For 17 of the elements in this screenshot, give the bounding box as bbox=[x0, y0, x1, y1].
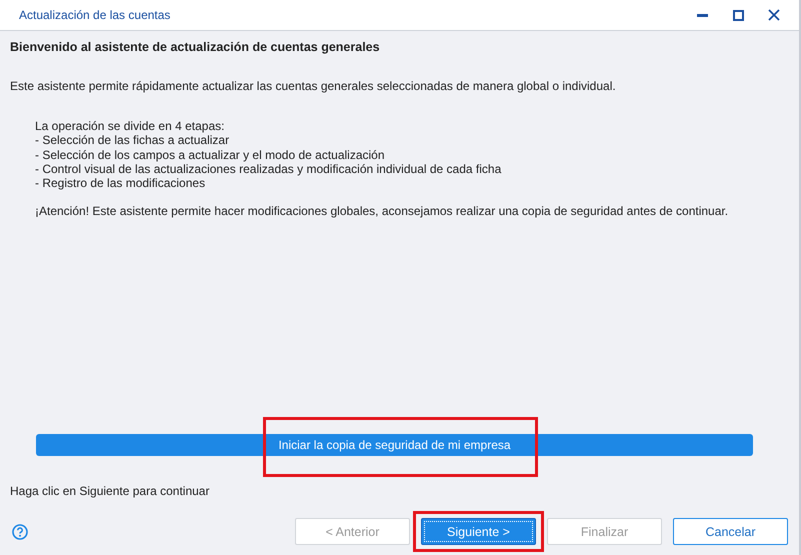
wizard-button[interactable]: Cancelar bbox=[673, 518, 788, 545]
steps-heading: La operación se divide en 4 etapas: bbox=[35, 119, 226, 134]
maximize-icon[interactable] bbox=[732, 10, 744, 20]
backup-button[interactable]: Iniciar la copia de seguridad de mi empresa bbox=[36, 434, 753, 456]
next-button[interactable]: Siguiente > bbox=[421, 518, 536, 545]
wizard-heading: Bienvenido al asistente de actualización de cuentas generales bbox=[9, 39, 381, 56]
window-title: Actualización de las cuentas bbox=[19, 8, 172, 22]
step-item: - Selección de las fichas a actualizar bbox=[35, 133, 230, 148]
warning-text: ¡Atención! Este asistente permite hacer modificaciones globales, aconsejamos realizar una copia de seguridad antes de continuar. bbox=[35, 204, 730, 218]
step-item: - Selección de los campos a actualizar y el modo de actualización bbox=[35, 148, 386, 162]
help-icon[interactable] bbox=[12, 524, 28, 540]
hint-text: Haga clic en Siguiente para continuar bbox=[10, 484, 210, 498]
step-item: - Control visual de las actualizaciones realizadas y modificación individual de cada ficha bbox=[35, 162, 502, 176]
intro-text: Este asistente permite rápidamente actualizar las cuentas generales seleccionadas de manera global o individual. bbox=[10, 79, 617, 93]
step-item: - Registro de las modificaciones bbox=[35, 176, 206, 190]
minimize-icon[interactable] bbox=[696, 14, 708, 16]
close-icon[interactable] bbox=[768, 9, 780, 21]
